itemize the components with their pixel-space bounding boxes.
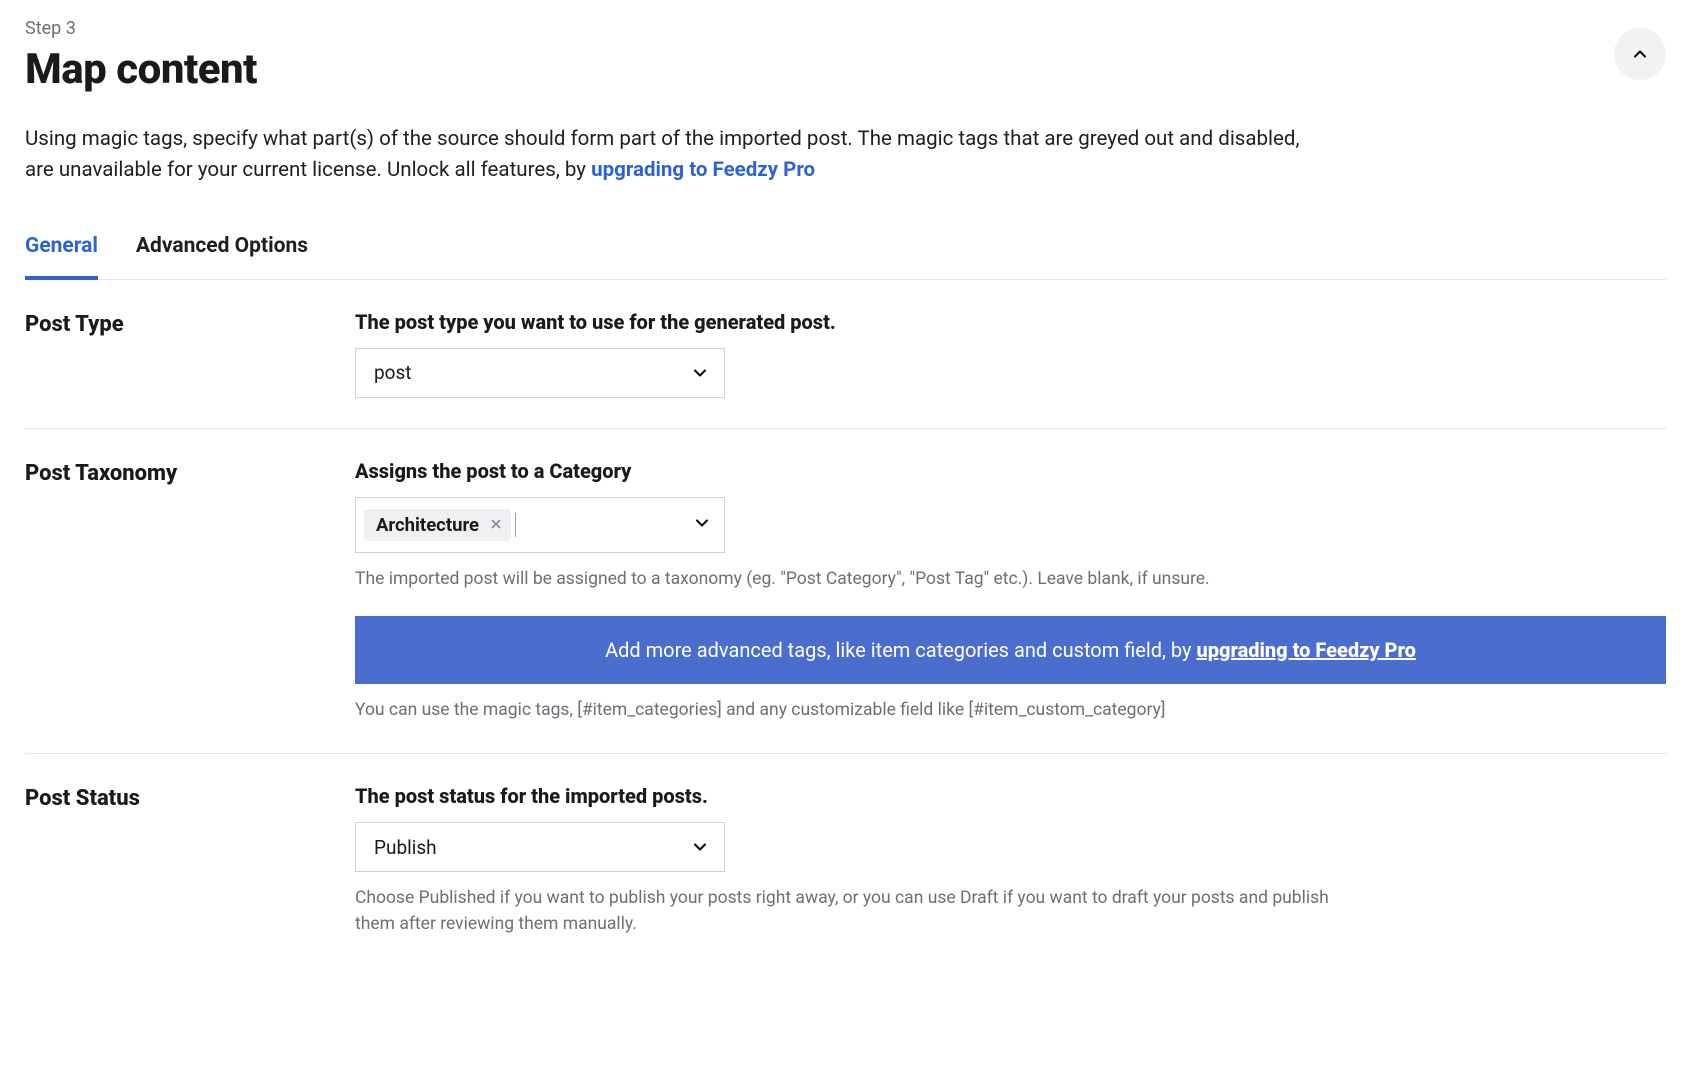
- chevron-down-icon: [692, 513, 712, 533]
- taxonomy-help-text: The imported post will be assigned to a …: [355, 567, 1340, 592]
- close-icon: [489, 517, 503, 531]
- post-taxonomy-label: Assigns the post to a Category: [355, 459, 1666, 483]
- tabs: General Advanced Options: [25, 222, 1666, 280]
- post-status-help: Choose Published if you want to publish …: [355, 886, 1340, 937]
- post-status-label: The post status for the imported posts.: [355, 784, 1666, 808]
- chevron-up-icon: [1630, 44, 1650, 64]
- page-description: Using magic tags, specify what part(s) o…: [25, 124, 1331, 186]
- post-type-value: post: [374, 361, 412, 384]
- tab-advanced-options[interactable]: Advanced Options: [136, 222, 308, 280]
- post-status-value: Publish: [374, 836, 437, 859]
- upsell-text: Add more advanced tags, like item catego…: [605, 638, 1196, 662]
- chevron-down-icon: [690, 837, 710, 857]
- section-post-status: Post Status The post status for the impo…: [25, 754, 1666, 967]
- section-post-taxonomy: Post Taxonomy Assigns the post to a Cate…: [25, 429, 1666, 755]
- collapse-button[interactable]: [1614, 28, 1666, 80]
- post-type-heading: Post Type: [25, 312, 355, 337]
- upgrade-link[interactable]: upgrading to Feedzy Pro: [591, 158, 815, 182]
- tab-general[interactable]: General: [25, 222, 98, 280]
- post-status-heading: Post Status: [25, 786, 355, 811]
- post-taxonomy-select[interactable]: Architecture: [355, 497, 725, 553]
- section-post-type: Post Type The post type you want to use …: [25, 280, 1666, 429]
- taxonomy-magic-help: You can use the magic tags, [#item_categ…: [355, 698, 1340, 723]
- taxonomy-chip-label: Architecture: [376, 514, 479, 536]
- upsell-banner: Add more advanced tags, like item catego…: [355, 616, 1666, 684]
- upsell-upgrade-link[interactable]: upgrading to Feedzy Pro: [1196, 638, 1415, 662]
- page-title: Map content: [25, 45, 1666, 94]
- taxonomy-chip-architecture: Architecture: [364, 509, 511, 541]
- step-label: Step 3: [25, 18, 1666, 39]
- post-type-select[interactable]: post: [355, 348, 725, 398]
- remove-chip-button[interactable]: [489, 514, 503, 536]
- chevron-down-icon: [690, 363, 710, 383]
- taxonomy-input[interactable]: [515, 513, 535, 537]
- post-type-label: The post type you want to use for the ge…: [355, 310, 1666, 334]
- post-taxonomy-heading: Post Taxonomy: [25, 461, 355, 486]
- post-status-select[interactable]: Publish: [355, 822, 725, 872]
